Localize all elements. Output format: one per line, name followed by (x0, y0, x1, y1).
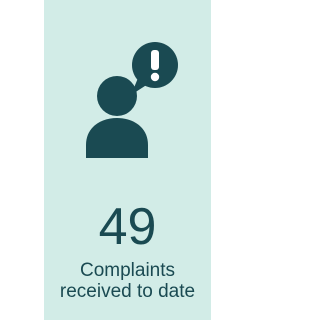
complaints-count: 49 (98, 198, 157, 256)
person-with-speech-bubble-icon (86, 42, 178, 158)
complaints-stat-card: 49 Complaints received to date (44, 0, 211, 320)
complaints-label-line-1: Complaints (79, 260, 176, 281)
person-alert-icon (44, 0, 211, 200)
complaints-label: Complaints received to date (44, 260, 211, 302)
speech-bubble-alert-icon (131, 42, 178, 95)
complaints-label-line-2: received to date (59, 281, 196, 302)
